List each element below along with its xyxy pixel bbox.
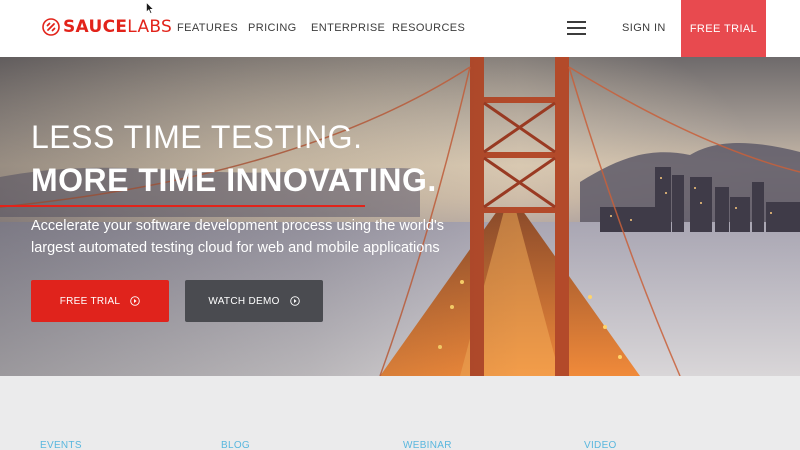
- hero-headline-line-1: LESS TIME TESTING.: [31, 119, 363, 155]
- sauce-logo-icon: [42, 18, 60, 36]
- resource-link-events[interactable]: EVENTS: [40, 440, 82, 450]
- logo-text-light: LABS: [127, 17, 173, 37]
- hero-free-trial-label: FREE TRIAL: [59, 295, 121, 307]
- resources-strip: EVENTS BLOG WEBINAR VIDEO: [0, 376, 800, 450]
- play-circle-icon: [289, 296, 300, 306]
- hero-divider: [0, 205, 365, 207]
- hero-headline-line-2: MORE TIME INNOVATING.: [31, 162, 437, 198]
- hamburger-icon[interactable]: [567, 21, 586, 35]
- nav-free-trial-button[interactable]: FREE TRIAL: [681, 0, 766, 57]
- resource-link-blog[interactable]: BLOG: [221, 440, 250, 450]
- logo-text-bold: SAUCE: [63, 17, 128, 37]
- hero-subtitle: Accelerate your software development pro…: [31, 218, 445, 256]
- resource-link-webinar[interactable]: WEBINAR: [403, 440, 452, 450]
- nav-link-enterprise[interactable]: ENTERPRISE: [311, 21, 385, 35]
- hero-watch-demo-label: WATCH DEMO: [208, 295, 280, 307]
- saucelabs-logo[interactable]: SAUCELABS: [42, 16, 172, 38]
- hero-free-trial-button[interactable]: FREE TRIAL: [31, 280, 169, 322]
- resource-link-video[interactable]: VIDEO: [584, 440, 617, 450]
- nav-link-features[interactable]: FEATURES: [177, 21, 238, 35]
- hero-watch-demo-button[interactable]: WATCH DEMO: [185, 280, 323, 322]
- mouse-cursor-icon: [146, 2, 154, 14]
- sign-in-link[interactable]: SIGN IN: [622, 22, 666, 34]
- play-circle-icon: [130, 296, 141, 306]
- top-nav: SAUCELABS FEATURES PRICING ENTERPRISE RE…: [0, 0, 800, 57]
- nav-link-resources[interactable]: RESOURCES: [392, 21, 465, 35]
- nav-link-pricing[interactable]: PRICING: [248, 21, 297, 35]
